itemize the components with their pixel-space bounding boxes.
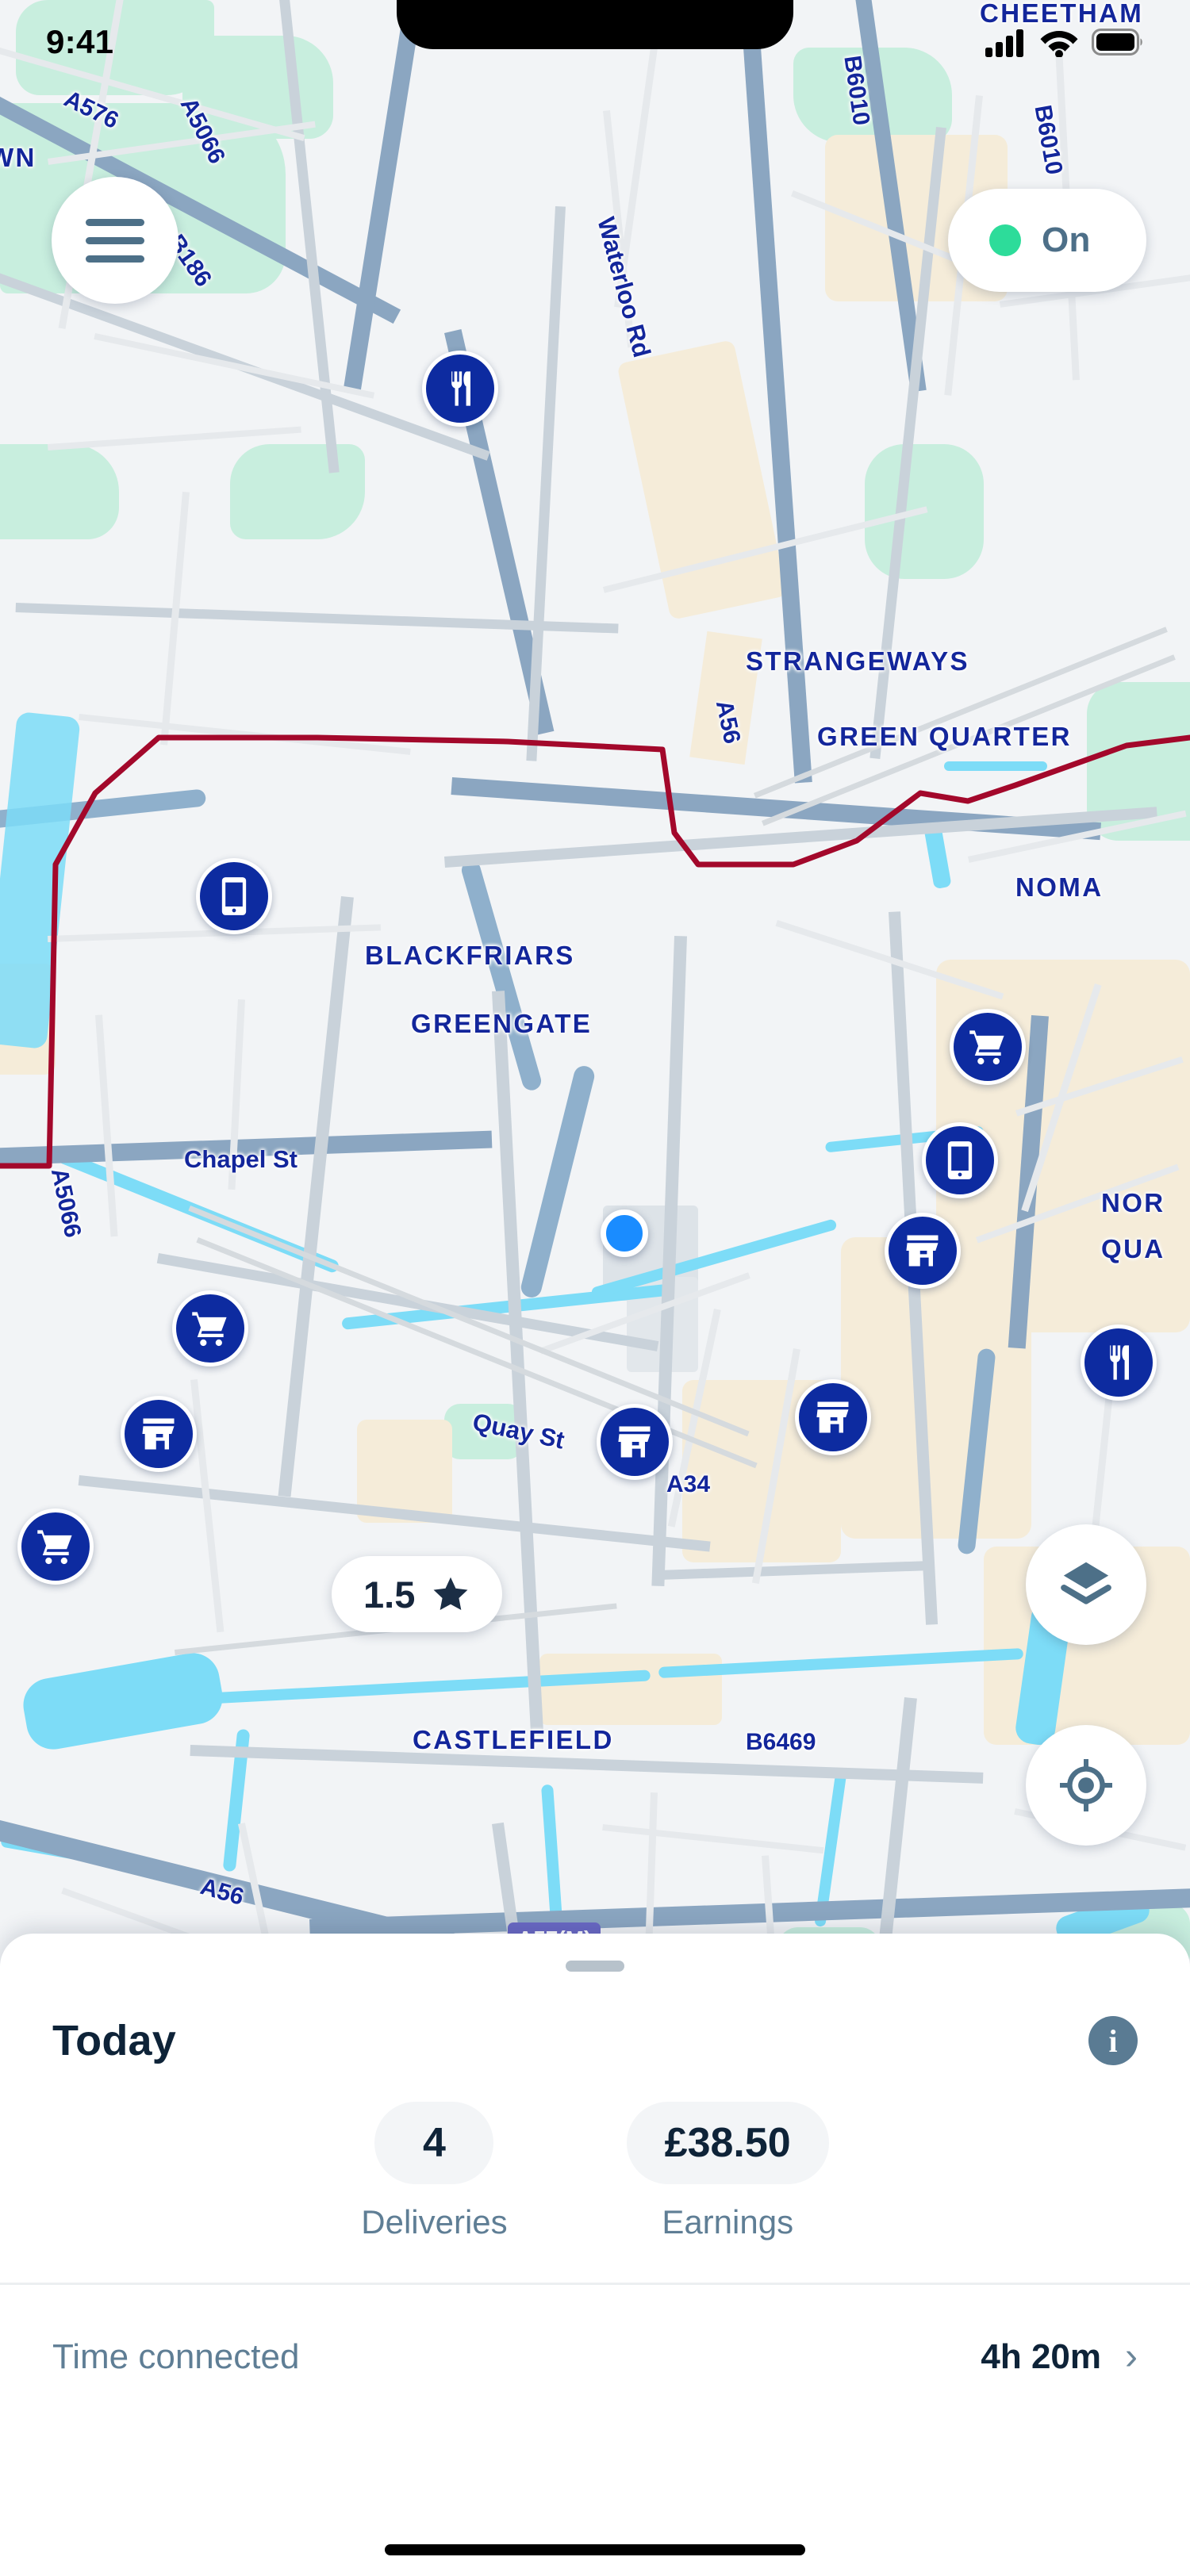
cutlery-icon: [451, 371, 470, 406]
menu-icon-bar: [86, 236, 144, 244]
online-status-toggle[interactable]: On: [948, 189, 1146, 292]
chevron-right-icon: ›: [1125, 2336, 1138, 2378]
layers-icon: [1061, 1562, 1111, 1604]
storefront-icon: [906, 1235, 939, 1267]
today-summary-sheet[interactable]: Today i 4 Deliveries £38.50 Earnings Tim…: [0, 1934, 1190, 2576]
map-marker-restaurant-2[interactable]: [1081, 1324, 1157, 1401]
rating-badge[interactable]: 1.5: [332, 1556, 503, 1632]
battery-icon: [1092, 29, 1142, 56]
home-indicator: [385, 2544, 805, 2555]
star-icon: [433, 1577, 468, 1610]
map-marker-shop-1[interactable]: [885, 1213, 961, 1289]
map-marker-grocery-3[interactable]: [17, 1508, 94, 1585]
map-marker-grocery-1[interactable]: [950, 1009, 1026, 1085]
map-marker-retail-2[interactable]: [922, 1122, 998, 1198]
status-bar-clock: 9:41: [46, 23, 114, 60]
storefront-icon: [816, 1401, 849, 1433]
menu-button[interactable]: [52, 177, 178, 304]
phone-screen: CHEETHAM STRANGEWAYS GREEN QUARTER NOMA …: [0, 0, 1190, 2576]
menu-icon-bar: [86, 255, 144, 263]
info-icon[interactable]: i: [1088, 2016, 1138, 2065]
stat-value: £38.50: [664, 2120, 791, 2166]
cutlery-icon: [1110, 1345, 1129, 1380]
map-marker-grocery-2[interactable]: [172, 1290, 248, 1367]
time-connected-right: 4h 20m ›: [981, 2337, 1138, 2377]
stat-pill: 4: [374, 2102, 494, 2184]
current-location-dot: [601, 1209, 648, 1257]
mobile-phone-icon: [947, 1141, 973, 1179]
page-title: Today: [52, 2017, 177, 2064]
stat-deliveries[interactable]: 4 Deliveries: [361, 2102, 508, 2241]
map-marker-retail-1[interactable]: [196, 858, 272, 934]
sheet-divider: [0, 2283, 1190, 2285]
map-marker-restaurant-1[interactable]: [422, 351, 498, 427]
stat-earnings[interactable]: £38.50 Earnings: [626, 2102, 829, 2241]
shopping-cart-icon: [969, 1030, 1004, 1065]
storefront-icon: [142, 1418, 175, 1450]
sheet-header: Today i: [52, 2016, 1138, 2065]
time-connected-row[interactable]: Time connected 4h 20m ›: [52, 2337, 1138, 2377]
map-marker-shop-4[interactable]: [795, 1379, 871, 1455]
map-marker-shop-2[interactable]: [121, 1396, 197, 1472]
recenter-location-button[interactable]: [1026, 1725, 1146, 1846]
shopping-cart-icon: [37, 1530, 72, 1565]
stat-pill: £38.50: [626, 2102, 829, 2184]
time-connected-label: Time connected: [52, 2337, 300, 2376]
wifi-icon: [1040, 31, 1078, 57]
online-status-label: On: [1042, 220, 1091, 259]
map-marker-shop-3[interactable]: [597, 1404, 673, 1480]
menu-icon-bar: [86, 218, 144, 226]
map-layers-button[interactable]: [1026, 1524, 1146, 1645]
status-bar-icons: [985, 27, 1144, 57]
stat-label: Earnings: [662, 2203, 794, 2241]
stats-row: 4 Deliveries £38.50 Earnings: [52, 2102, 1138, 2241]
stat-label: Deliveries: [361, 2203, 508, 2241]
stat-value: 4: [423, 2120, 446, 2166]
online-status-dot: [989, 224, 1021, 256]
locate-icon: [1060, 1759, 1112, 1811]
rating-value: 1.5: [363, 1573, 416, 1616]
device-notch: [397, 0, 793, 49]
sheet-drag-handle[interactable]: [566, 1961, 624, 1972]
storefront-icon: [618, 1426, 651, 1458]
time-connected-value: 4h 20m: [981, 2337, 1102, 2376]
cellular-signal-icon: [985, 29, 1023, 57]
mobile-phone-icon: [221, 877, 247, 915]
shopping-cart-icon: [192, 1312, 227, 1347]
